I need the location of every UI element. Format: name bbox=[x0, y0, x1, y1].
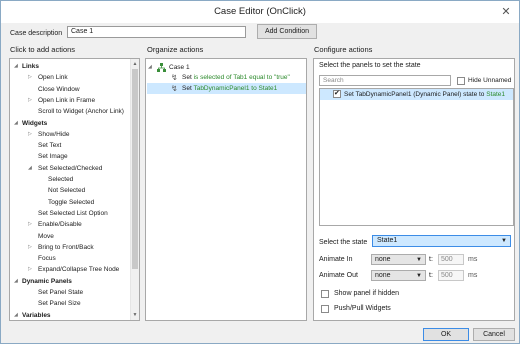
tree-node-label: Set Image bbox=[38, 153, 68, 161]
push-pull-label: Push/Pull Widgets bbox=[334, 305, 391, 312]
tree-node-label: Widgets bbox=[22, 119, 48, 127]
case-description-input[interactable]: Case 1 bbox=[67, 26, 246, 38]
title-bar: Case Editor (OnClick) ✕ bbox=[1, 1, 519, 23]
scrollbar-thumb[interactable] bbox=[132, 69, 138, 269]
lightning-icon: ↯ bbox=[171, 84, 178, 93]
tree-node-label: Not Selected bbox=[48, 187, 86, 195]
actions-tree-panel: ◢ Links ▷ Open Link Close Window ▷ Open Link i… bbox=[9, 58, 140, 321]
configure-actions-heading: Configure actions bbox=[314, 45, 373, 54]
hide-unnamed-label: Hide Unnamed bbox=[468, 77, 512, 84]
action-prefix: Set bbox=[182, 74, 194, 81]
animate-in-value: none bbox=[375, 256, 391, 263]
tree-node-label: Set Panel Size bbox=[38, 300, 81, 308]
tree-node-label: Open Link bbox=[38, 74, 68, 82]
animate-in-unit: ms bbox=[468, 256, 478, 263]
select-panels-label: Select the panels to set the state bbox=[319, 62, 421, 69]
case-tree-icon bbox=[157, 63, 166, 72]
tree-node-label: Set Selected List Option bbox=[38, 209, 108, 217]
animate-out-t-label: t: bbox=[429, 272, 433, 279]
case-description-label: Case description bbox=[10, 30, 63, 37]
chevron-down-icon: ▼ bbox=[501, 238, 507, 244]
collapse-icon[interactable]: ◢ bbox=[148, 62, 152, 73]
animate-out-select[interactable]: none ▼ bbox=[371, 270, 426, 281]
animate-in-select[interactable]: none ▼ bbox=[371, 254, 426, 265]
collapse-icon[interactable]: ◢ bbox=[14, 118, 18, 129]
scroll-up-icon[interactable]: ▲ bbox=[131, 60, 139, 68]
panel-item-checkbox[interactable] bbox=[333, 90, 341, 98]
expand-icon[interactable]: ▷ bbox=[28, 264, 32, 275]
action-row-set-panel-state[interactable]: ↯ Set TabDynamicPanel1 to State1 bbox=[147, 83, 306, 94]
click-to-add-actions-heading: Click to add actions bbox=[10, 45, 76, 54]
state-select-value: State1 bbox=[377, 237, 398, 244]
expand-icon[interactable]: ▷ bbox=[28, 72, 32, 83]
panels-list bbox=[319, 88, 514, 226]
show-panel-label: Show panel if hidden bbox=[334, 290, 399, 297]
tree-node-label: Bring to Front/Back bbox=[38, 243, 94, 251]
expand-icon[interactable]: ▷ bbox=[28, 129, 32, 140]
select-state-label: Select the state bbox=[319, 239, 368, 246]
tree-node-label: Toggle Selected bbox=[48, 198, 95, 206]
action-text: TabDynamicPanel1 to State1 bbox=[193, 85, 278, 92]
add-condition-button[interactable]: Add Condition bbox=[257, 24, 317, 39]
tree-node-label: Selected bbox=[48, 176, 74, 183]
tree-node-label: Dynamic Panels bbox=[22, 277, 72, 285]
hide-unnamed-checkbox[interactable] bbox=[457, 77, 465, 85]
push-pull-checkbox[interactable] bbox=[321, 305, 329, 313]
cancel-button[interactable]: Cancel bbox=[473, 328, 515, 341]
scroll-down-icon[interactable]: ▼ bbox=[131, 311, 139, 319]
expand-icon[interactable]: ▷ bbox=[28, 95, 32, 106]
panel-item-state: State1 bbox=[486, 91, 506, 98]
collapse-icon[interactable]: ◢ bbox=[14, 276, 18, 287]
animate-in-duration[interactable]: 500 bbox=[438, 254, 464, 265]
close-icon[interactable]: ✕ bbox=[499, 1, 513, 23]
animate-out-value: none bbox=[375, 272, 391, 279]
animate-out-unit: ms bbox=[468, 272, 478, 279]
tree-node-label: Set Selected/Checked bbox=[38, 164, 103, 172]
animate-out-duration[interactable]: 500 bbox=[438, 270, 464, 281]
tree-node-label: Open Link in Frame bbox=[38, 96, 96, 104]
tree-node-label: Focus bbox=[38, 255, 56, 263]
tree-node-label: Expand/Collapse Tree Node bbox=[38, 266, 120, 274]
tree-node-label: Links bbox=[22, 63, 39, 70]
tree-node-label: Variables bbox=[22, 311, 51, 319]
ok-button[interactable]: OK bbox=[423, 328, 469, 341]
chevron-down-icon: ▼ bbox=[416, 273, 422, 279]
chevron-down-icon: ▼ bbox=[416, 257, 422, 263]
tree-node-label: Set Panel State bbox=[38, 289, 84, 296]
collapse-icon[interactable]: ◢ bbox=[28, 163, 32, 174]
animate-in-label: Animate In bbox=[319, 256, 353, 263]
state-select[interactable]: State1 ▼ bbox=[372, 235, 511, 247]
show-panel-checkbox[interactable] bbox=[321, 290, 329, 298]
tree-node-label: Set Text bbox=[38, 142, 62, 150]
collapse-icon[interactable]: ◢ bbox=[14, 310, 18, 320]
action-row-set-selected[interactable]: ↯ Set is selected of Tab1 equal to "true… bbox=[166, 72, 306, 83]
action-prefix: Set bbox=[182, 85, 194, 92]
tree-node-label: Close Window bbox=[38, 85, 80, 93]
case-editor-window: Case Editor (OnClick) ✕ Case description… bbox=[0, 0, 520, 344]
expand-icon[interactable]: ▷ bbox=[28, 242, 32, 253]
search-input[interactable]: Search bbox=[319, 75, 451, 86]
panel-item-label: Set TabDynamicPanel1 (Dynamic Panel) sta… bbox=[344, 91, 506, 98]
tree-node-label: Enable/Disable bbox=[38, 221, 82, 229]
lightning-icon: ↯ bbox=[171, 73, 178, 82]
organize-actions-heading: Organize actions bbox=[147, 45, 204, 54]
tree-node-label: Show/Hide bbox=[38, 130, 70, 138]
action-text: is selected of Tab1 equal to "true" bbox=[193, 74, 290, 81]
tree-node-label: Scroll to Widget (Anchor Link) bbox=[38, 108, 124, 116]
organize-actions-panel: ◢ Case 1 ↯ Set is selected of Tab1 equal… bbox=[145, 58, 307, 321]
expand-icon[interactable]: ▷ bbox=[28, 219, 32, 230]
animate-in-t-label: t: bbox=[429, 256, 433, 263]
animate-out-label: Animate Out bbox=[319, 272, 358, 279]
tree-node-label: Move bbox=[38, 232, 54, 240]
collapse-icon[interactable]: ◢ bbox=[14, 61, 18, 72]
actions-tree-scrollbar[interactable]: ▲ ▼ bbox=[130, 59, 139, 320]
window-title: Case Editor (OnClick) bbox=[214, 6, 306, 17]
